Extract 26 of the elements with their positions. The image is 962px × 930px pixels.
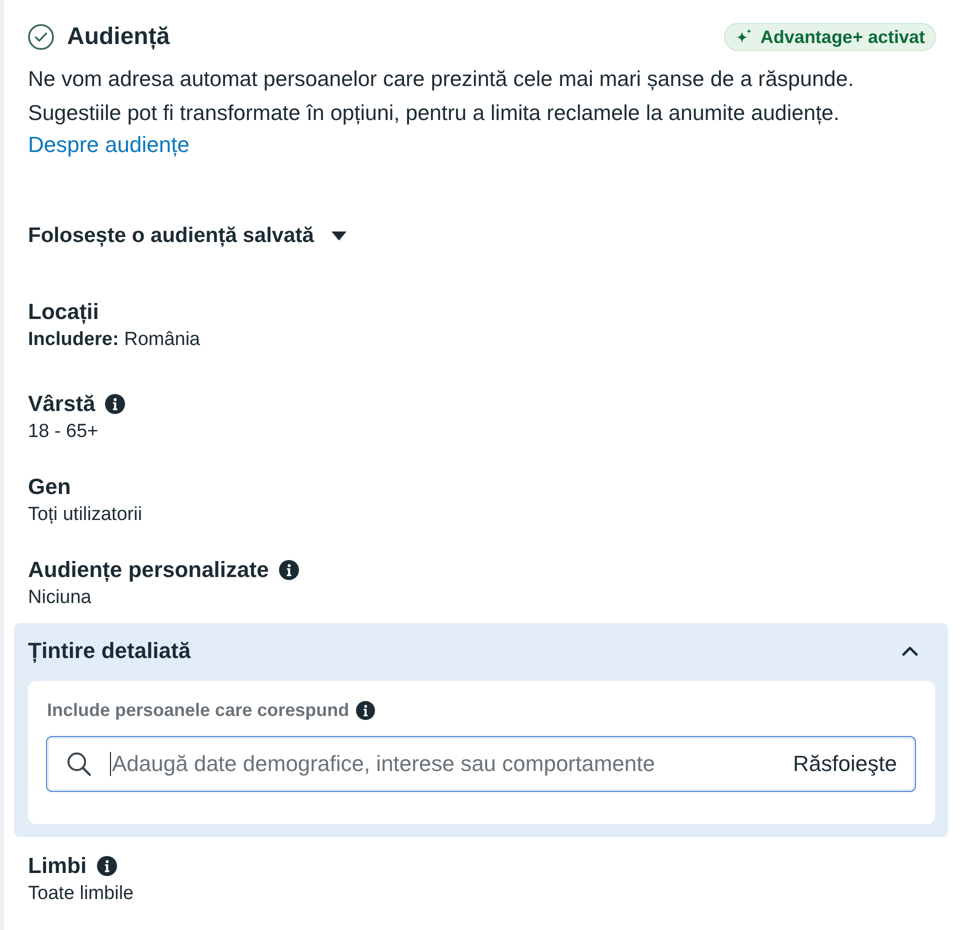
about-audiences-link[interactable]: Despre audiențe [28, 130, 190, 160]
field-label: Locații [28, 299, 99, 325]
field-label: Limbi [28, 853, 87, 879]
field-label: Gen [28, 474, 71, 500]
field-label: Vârstă [28, 391, 96, 417]
field-value: Toate limbile [28, 883, 135, 905]
saved-audience-dropdown[interactable]: Folosește o audiență salvată [28, 222, 347, 250]
search-icon [67, 752, 91, 776]
info-icon[interactable] [96, 856, 117, 876]
description-text: Ne vom adresa automat persoanelor care prezintă cele mai mari șanse de a răspunde. Sugestiile pot fi transformate în opțiuni, pentru a limita reclamele la anumite audiențe. [28, 66, 855, 127]
include-label: Include persoanele care corespund [47, 699, 350, 721]
field-label: Audiențe personalizate [28, 557, 269, 583]
text-cursor [110, 752, 111, 776]
search-field[interactable]: Adaugă date demografice, interese sau comportamente Răsfoieşte [46, 736, 916, 792]
field-value: 18 - 65+ [28, 421, 100, 443]
browse-button[interactable]: Răsfoieşte [793, 751, 897, 777]
info-icon[interactable] [105, 394, 126, 414]
section-title: Audiență [67, 22, 170, 52]
info-icon[interactable] [278, 560, 299, 580]
info-icon[interactable] [356, 700, 376, 720]
field-value: Toți utilizatorii [28, 504, 144, 526]
field-value: Includere: România [28, 329, 202, 351]
panel-title: Țintire detaliată [28, 638, 191, 664]
field-value: Niciuna [28, 587, 92, 609]
status-badge-label: Advantage+ activat [760, 26, 925, 48]
chevron-up-icon[interactable] [902, 646, 918, 656]
